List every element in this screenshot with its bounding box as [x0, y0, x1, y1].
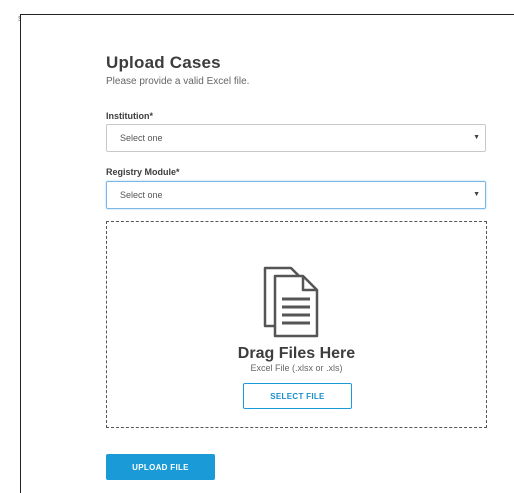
upload-file-button[interactable]: UPLOAD FILE — [106, 454, 215, 480]
institution-select-value: Select one — [120, 133, 163, 143]
select-file-button[interactable]: SELECT FILE — [243, 383, 352, 409]
documents-icon — [263, 266, 319, 338]
dropzone-title: Drag Files Here — [237, 345, 356, 362]
registry-module-select[interactable]: Select one ▼ — [106, 181, 486, 209]
page-title: Upload Cases — [106, 53, 221, 72]
page-subtitle: Please provide a valid Excel file. — [106, 76, 250, 87]
dropzone-subtitle: Excel File (.xlsx or .xls) — [250, 363, 343, 373]
dropdown-arrow-icon: ▼ — [473, 191, 480, 198]
registry-module-select-value: Select one — [120, 190, 163, 200]
institution-select[interactable]: Select one ▼ — [106, 124, 486, 152]
institution-label: Institution* — [106, 111, 153, 121]
file-dropzone[interactable]: Drag Files Here Excel File (.xlsx or .xl… — [106, 221, 487, 428]
registry-module-label: Registry Module* — [106, 167, 180, 177]
dropdown-arrow-icon: ▼ — [473, 134, 480, 141]
